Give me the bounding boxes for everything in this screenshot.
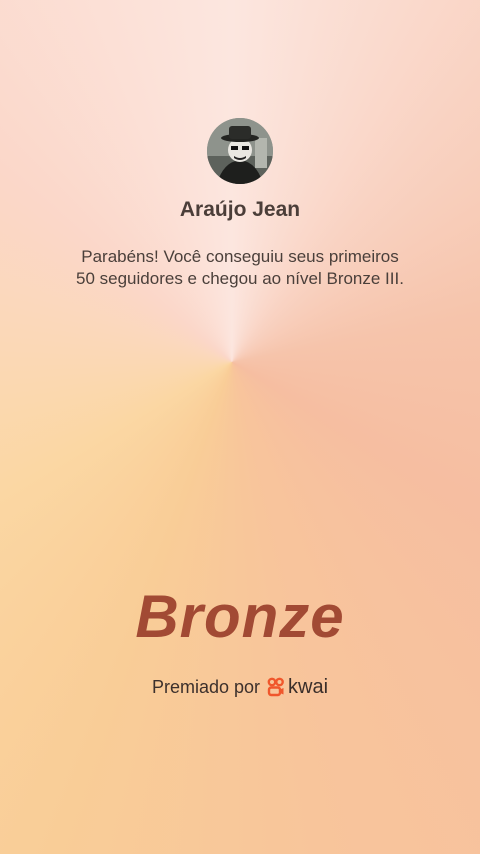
avatar[interactable] — [207, 118, 273, 184]
tier-title: Bronze — [135, 583, 345, 650]
username: Araújo Jean — [179, 198, 301, 221]
kwai-brand: kwai — [267, 676, 328, 699]
awarded-by-label: Premiado por — [151, 676, 261, 697]
avatar-image — [207, 118, 273, 184]
achievement-screen: Araújo Jean Parabéns! Você conseguiu seu… — [0, 0, 480, 854]
awarded-by: Premiado por kwai — [0, 674, 480, 700]
message-line-2: 50 seguidores e chegou ao nível Bronze I… — [76, 269, 404, 288]
congratulations-message: Parabéns! Você conseguiu seus primeiros … — [40, 246, 440, 290]
kwai-wordmark: kwai — [288, 675, 329, 698]
kwai-logo-icon — [267, 677, 284, 697]
message-line-1: Parabéns! Você conseguiu seus primeiros — [81, 247, 399, 266]
